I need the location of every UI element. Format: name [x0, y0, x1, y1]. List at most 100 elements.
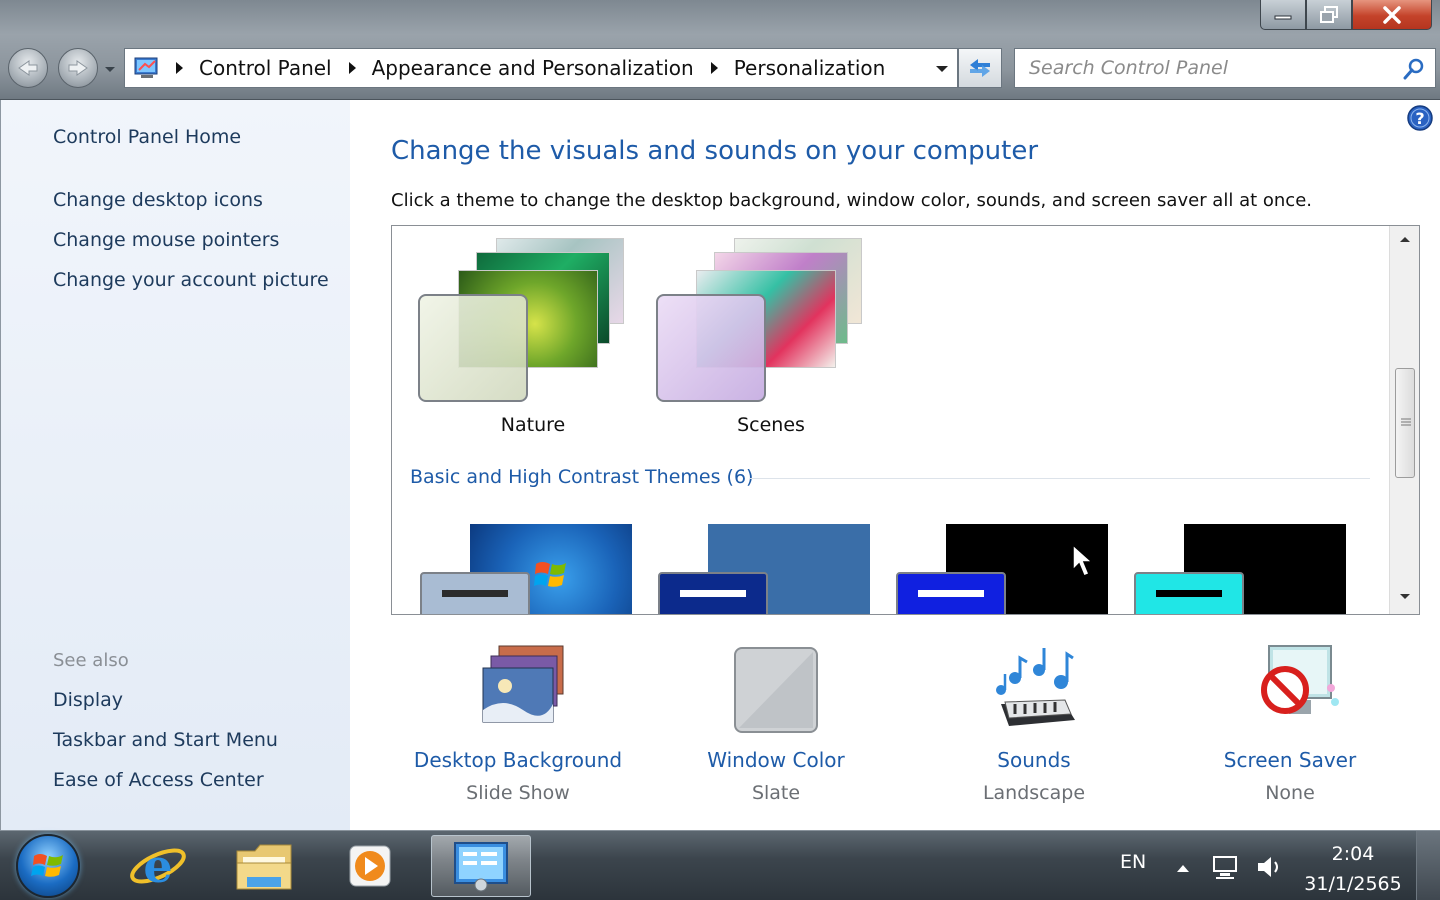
sounds-label: Sounds	[997, 748, 1071, 772]
theme-label: Scenes	[737, 414, 805, 436]
screen-saver-icon	[1235, 640, 1345, 736]
sounds-icon	[979, 640, 1089, 736]
theme-windows-classic[interactable]	[658, 524, 878, 614]
address-dropdown-icon[interactable]	[935, 61, 949, 75]
clock-date: 31/1/2565	[1304, 873, 1402, 895]
taskbar-media-player[interactable]	[320, 835, 420, 897]
basic-themes-heading: Basic and High Contrast Themes (6)	[410, 466, 754, 488]
sidebar-link-taskbar-start-menu[interactable]: Taskbar and Start Menu	[53, 729, 278, 751]
screen-saver-value: None	[1265, 782, 1315, 804]
sidebar-link-control-panel-home[interactable]: Control Panel Home	[53, 126, 241, 148]
close-icon	[1383, 5, 1401, 24]
back-arrow-icon	[18, 60, 38, 76]
theme-window-preview	[656, 294, 766, 402]
mouse-pointer-icon	[1072, 544, 1094, 577]
show-hidden-icons-icon[interactable]	[1176, 863, 1190, 873]
breadcrumb-appearance[interactable]: Appearance and Personalization	[372, 56, 694, 80]
search-input[interactable]	[1029, 57, 1389, 79]
search-icon[interactable]	[1403, 58, 1425, 80]
desktop-background-value: Slide Show	[466, 782, 570, 804]
page-description: Click a theme to change the desktop back…	[391, 190, 1312, 211]
sidebar-link-ease-of-access[interactable]: Ease of Access Center	[53, 769, 264, 791]
language-indicator[interactable]: EN	[1120, 851, 1146, 873]
windows-logo-icon	[534, 562, 566, 587]
breadcrumb-arrow-icon[interactable]	[348, 61, 358, 75]
address-bar[interactable]: Control Panel Appearance and Personaliza…	[124, 48, 958, 88]
theme-nature[interactable]: Nature	[418, 234, 648, 454]
screen-saver-button[interactable]: Screen Saver None	[1170, 640, 1410, 804]
theme-window-bar	[918, 590, 984, 597]
clock-time: 2:04	[1331, 843, 1375, 865]
breadcrumb-control-panel[interactable]: Control Panel	[199, 56, 332, 80]
minimize-icon	[1274, 15, 1292, 19]
sidebar-link-display[interactable]: Display	[53, 689, 123, 711]
windows-logo-icon	[31, 854, 63, 877]
internet-explorer-icon: e	[130, 839, 186, 893]
scroll-down-icon[interactable]	[1398, 592, 1412, 602]
restore-icon	[1320, 5, 1338, 23]
page-title: Change the visuals and sounds on your co…	[391, 136, 1039, 166]
theme-window-preview	[1134, 572, 1244, 614]
scroll-up-icon[interactable]	[1398, 234, 1412, 244]
sounds-value: Landscape	[982, 782, 1086, 804]
start-button[interactable]	[16, 834, 80, 898]
screen-saver-label: Screen Saver	[1223, 748, 1357, 772]
see-also-heading: See also	[53, 650, 129, 671]
theme-window-bar	[680, 590, 746, 597]
theme-label: Nature	[500, 414, 566, 436]
taskbar-internet-explorer[interactable]: e	[108, 835, 208, 897]
back-button[interactable]	[8, 48, 48, 88]
theme-scenes[interactable]: Scenes	[656, 234, 886, 454]
forward-button[interactable]	[58, 48, 98, 88]
theme-gallery-scrollbar[interactable]	[1389, 226, 1419, 614]
theme-window-preview	[418, 294, 528, 402]
breadcrumb-personalization[interactable]: Personalization	[734, 56, 886, 80]
taskbar-control-panel[interactable]	[431, 835, 531, 897]
title-bar: Control Panel Appearance and Personaliza…	[0, 0, 1440, 100]
theme-high-contrast-2[interactable]	[1134, 524, 1354, 614]
forward-arrow-icon	[68, 60, 88, 76]
svg-text:e: e	[143, 839, 172, 893]
clock[interactable]: 2:04 31/1/2565	[1300, 839, 1406, 899]
breadcrumb-arrow-icon[interactable]	[710, 61, 720, 75]
theme-window-preview	[420, 572, 530, 614]
theme-window-bar	[1156, 590, 1222, 597]
desktop-background-label: Desktop Background	[413, 748, 623, 772]
sounds-button[interactable]: Sounds Landscape	[914, 640, 1154, 804]
volume-icon[interactable]	[1254, 853, 1284, 881]
window-controls	[1260, 0, 1432, 30]
window-color-label: Window Color	[707, 748, 845, 772]
desktop-background-button[interactable]: Desktop Background Slide Show	[398, 640, 638, 804]
show-desktop-button[interactable]	[1416, 831, 1440, 900]
window-color-button[interactable]: Window Color Slate	[656, 640, 896, 804]
refresh-icon	[970, 59, 990, 77]
sidebar-link-change-account-picture[interactable]: Change your account picture	[53, 269, 329, 291]
sidebar-link-change-desktop-icons[interactable]: Change desktop icons	[53, 189, 263, 211]
window-color-icon	[721, 640, 831, 736]
theme-window-preview	[896, 572, 1006, 614]
theme-window-bar	[442, 590, 508, 597]
scroll-thumb[interactable]	[1395, 368, 1415, 478]
scroll-grip-icon	[1401, 418, 1411, 426]
svg-text:?: ?	[1415, 109, 1424, 128]
refresh-button[interactable]	[958, 48, 1002, 88]
close-button[interactable]	[1352, 0, 1432, 30]
recent-pages-dropdown-icon[interactable]	[104, 63, 116, 75]
theme-windows-7-basic[interactable]	[420, 524, 640, 614]
section-divider	[750, 478, 1370, 479]
control-panel-icon	[133, 55, 161, 81]
sidebar-link-change-mouse-pointers[interactable]: Change mouse pointers	[53, 229, 279, 251]
task-pane: Control Panel Home Change desktop icons …	[0, 100, 350, 830]
control-panel-icon	[454, 842, 508, 892]
taskbar: e EN 2:04 31/1/2565	[0, 830, 1440, 900]
network-icon[interactable]	[1210, 853, 1240, 881]
taskbar-windows-explorer[interactable]	[214, 835, 314, 897]
folder-icon	[236, 844, 292, 890]
restore-button[interactable]	[1306, 0, 1352, 30]
search-box[interactable]	[1014, 48, 1436, 88]
minimize-button[interactable]	[1260, 0, 1306, 30]
theme-window-preview	[658, 572, 768, 614]
help-icon[interactable]: ?	[1406, 104, 1434, 132]
breadcrumb-arrow-icon[interactable]	[175, 61, 185, 75]
desktop-background-icon	[463, 640, 573, 736]
